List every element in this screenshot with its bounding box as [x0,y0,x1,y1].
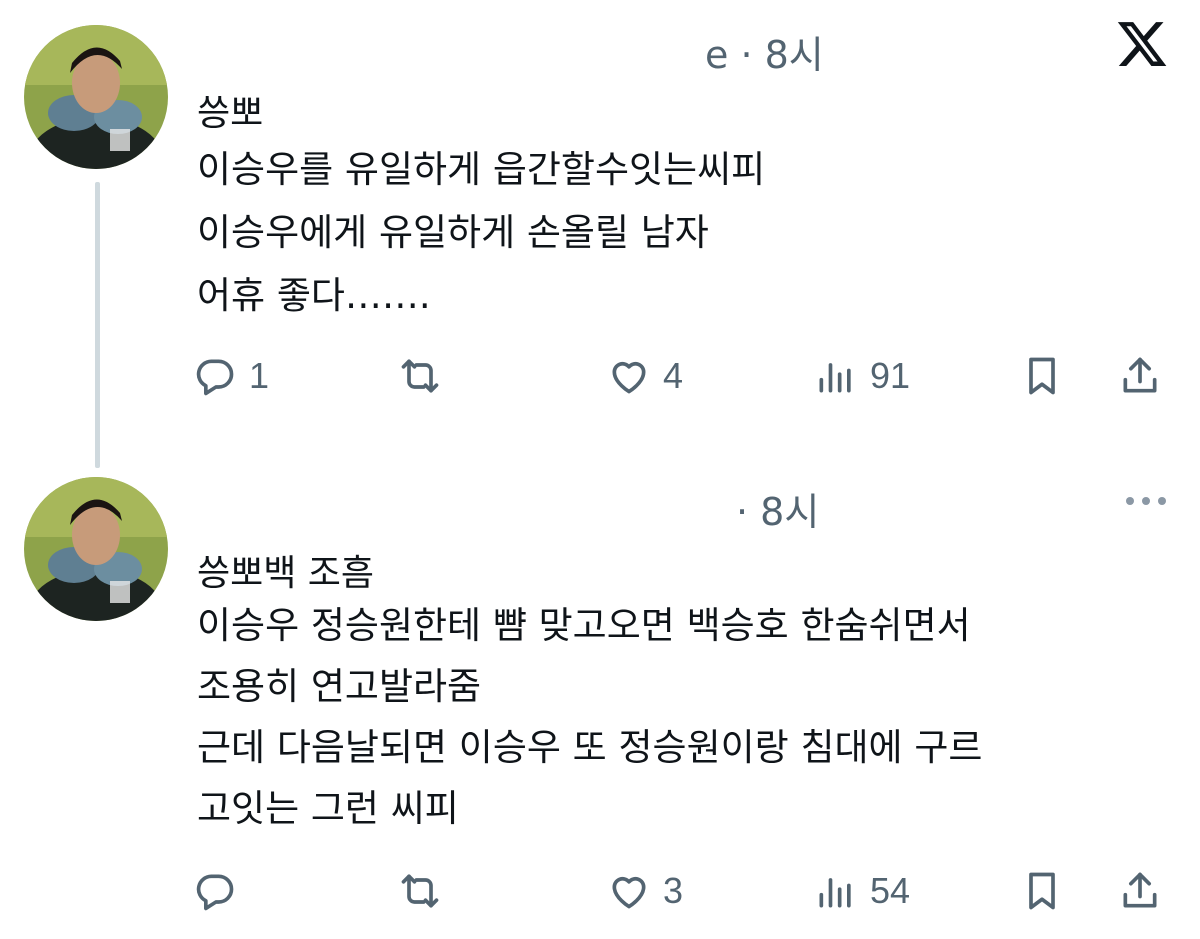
author-name[interactable]: 씅뽀 [197,84,263,136]
share-icon [1123,357,1157,393]
bookmark-button[interactable] [1020,869,1064,913]
tweet-text-line: 이승우를 유일하게 읍간할수잇는씨피 [197,148,766,191]
more-options-icon[interactable] [1124,494,1168,508]
x-logo-icon[interactable] [1115,17,1169,71]
tweet-meta: · 8시 [736,490,820,534]
author-name[interactable]: 씅뽀백 조흠 [197,544,374,596]
avatar[interactable] [24,477,168,621]
heart-icon [612,876,646,909]
like-count: 4 [663,355,684,396]
reply-icon [196,874,234,911]
reply-button[interactable] [193,869,249,913]
bookmark-icon [1029,872,1055,910]
retweet-button[interactable] [398,869,454,913]
tweet-text-line: 고잇는 그런 씨피 [197,787,459,830]
tweet-meta: e · 8시 [705,33,824,77]
bookmark-icon [1029,357,1055,395]
avatar[interactable] [24,25,168,169]
reply-button[interactable]: 1 [193,354,269,398]
retweet-icon [401,359,439,393]
bookmark-button[interactable] [1020,354,1064,398]
share-button[interactable] [1118,354,1162,398]
tweet-text-line: 근데 다음날되면 이승우 또 정승원이랑 침대에 구르 [197,726,983,769]
avatar-photo [24,25,168,169]
like-button[interactable]: 4 [607,354,683,398]
tweet-text-line: 이승우 정승원한테 뺨 맞고오면 백승호 한숨쉬면서 [197,604,971,647]
share-button[interactable] [1118,869,1162,913]
retweet-icon [401,874,439,908]
heart-icon [612,361,646,394]
reply-icon [196,359,234,396]
views-count: 91 [870,355,911,396]
share-icon [1123,872,1157,908]
reply-count: 1 [249,355,270,396]
views-button[interactable]: 91 [814,354,910,398]
views-icon [819,878,851,908]
like-count: 3 [663,870,684,911]
tweet-text-line: 조용히 연고발라줌 [197,665,482,708]
avatar-photo [24,477,168,621]
views-button[interactable]: 54 [814,869,910,913]
tweet-text-line: 어휴 좋다……. [197,274,431,317]
views-icon [819,363,851,393]
thread-connector-line [95,182,100,468]
tweet-text-line: 이승우에게 유일하게 손올릴 남자 [197,211,709,254]
like-button[interactable]: 3 [607,869,683,913]
retweet-button[interactable] [398,354,454,398]
views-count: 54 [870,870,911,911]
